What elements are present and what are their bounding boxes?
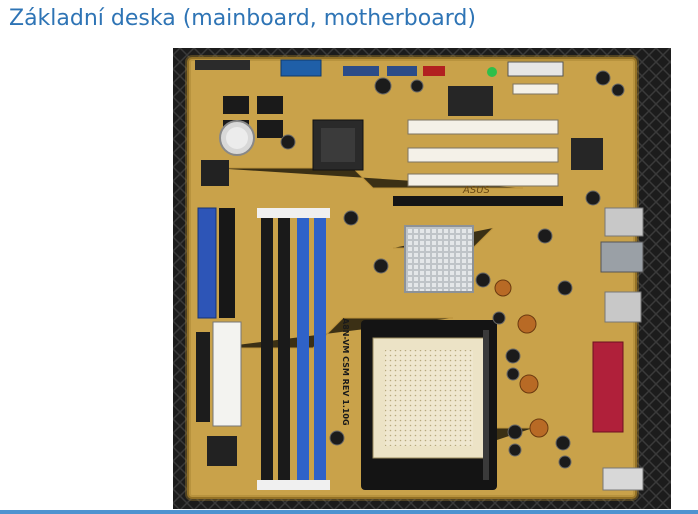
cpu-socket [361,320,497,490]
heatsink [404,225,474,293]
brand-logo: ASUS [462,185,491,196]
footer-bar [0,510,698,514]
motherboard-photo: A8N-VM CSM REV 1.10G ASUS [173,48,671,509]
board-label: A8N-VM CSM REV 1.10G [341,318,350,426]
slide-title: Základní deska (mainboard, motherboard) [9,6,476,31]
motherboard-illustration: A8N-VM CSM REV 1.10G ASUS [173,48,671,509]
